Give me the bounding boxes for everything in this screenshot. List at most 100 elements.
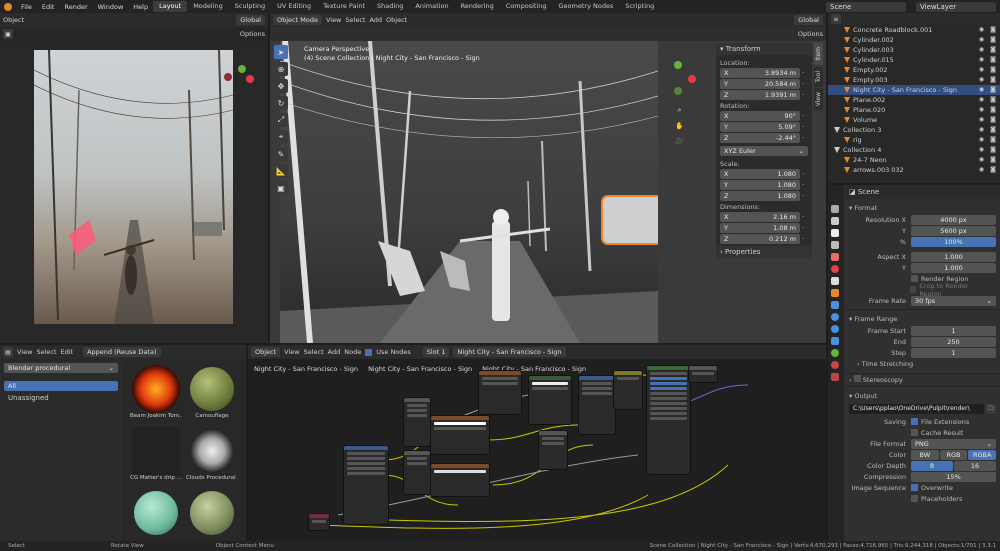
image-editor-orientation[interactable]: Global [236, 15, 265, 25]
shader-node[interactable] [430, 415, 490, 455]
texture-tab-icon[interactable] [831, 373, 839, 381]
res-y-field[interactable]: 5600 px [911, 225, 996, 236]
rotation-mode-select[interactable]: XYZ Euler ⌄ [720, 146, 808, 156]
viewport-3d[interactable]: Object Mode View Select Add Object Globa… [270, 13, 826, 343]
shader-node[interactable] [308, 513, 330, 531]
zoom-icon[interactable]: ⌕ [674, 105, 685, 116]
keyframe-dot-icon[interactable]: ⋅ [802, 181, 808, 189]
frame-step-field[interactable]: 1 [911, 347, 996, 358]
render-icon[interactable]: ▣ [3, 29, 13, 39]
tab-texture-paint[interactable]: Texture Paint [317, 1, 371, 12]
render-toggle-icon[interactable]: ◙ [990, 55, 996, 65]
cache-result-checkbox[interactable] [911, 429, 918, 436]
import-mode-select[interactable]: Append (Reuse Data) [83, 347, 161, 357]
dimensions-field[interactable]: X 2.16 m [720, 212, 800, 222]
outliner-row[interactable]: Plane.020 ◉ ◙ [828, 105, 1000, 115]
rotation-field[interactable]: X 90° [720, 111, 800, 121]
viewlayer-selector[interactable]: ViewLayer [916, 1, 996, 12]
eye-icon[interactable]: ◉ [979, 35, 984, 45]
outliner-row[interactable]: rig ◉ ◙ [828, 135, 1000, 145]
shader-node[interactable] [538, 430, 568, 470]
res-x-field[interactable]: 4000 px [911, 214, 996, 225]
cursor-tool-icon[interactable]: ⊕ [274, 62, 288, 76]
tab-view[interactable]: View [814, 88, 823, 111]
eye-icon[interactable]: ◉ [979, 85, 984, 95]
scale-field[interactable]: X 1.080 [720, 169, 800, 179]
outliner-row[interactable]: Concrete Roadblock.001 ◉ ◙ [828, 25, 1000, 35]
asset-tile[interactable]: CG Matter's drip ... [130, 427, 182, 487]
folder-icon[interactable]: 🗀 [986, 404, 996, 414]
viewport-menu-add[interactable]: Add [369, 16, 382, 24]
properties-header[interactable]: › Properties [716, 246, 812, 258]
tab-scripting[interactable]: Scripting [619, 1, 660, 12]
material-tab-icon[interactable] [831, 361, 839, 369]
shader-node[interactable] [343, 445, 389, 525]
shader-node[interactable] [478, 370, 522, 415]
keyframe-dot-icon[interactable]: ⋅ [802, 235, 808, 243]
outliner-row[interactable]: Cylinder.003 ◉ ◙ [828, 45, 1000, 55]
render-toggle-icon[interactable]: ◙ [990, 85, 996, 95]
keyframe-dot-icon[interactable]: ⋅ [802, 224, 808, 232]
tab-item[interactable]: Item [814, 43, 823, 65]
shader-node[interactable] [688, 365, 718, 383]
tool-tab-icon[interactable] [831, 205, 839, 213]
collection-tab-icon[interactable] [831, 277, 839, 285]
eye-icon[interactable]: ◉ [979, 65, 984, 75]
object-tab-icon[interactable] [831, 289, 839, 297]
menu-edit[interactable]: Edit [37, 3, 60, 11]
outliner-row[interactable]: Collection 4 ◉ ◙ [828, 145, 1000, 155]
location-field[interactable]: Z 1.9391 m [720, 90, 800, 100]
depth-16-button[interactable]: 16 [954, 460, 996, 471]
rotate-tool-icon[interactable]: ↻ [274, 96, 288, 110]
keyframe-dot-icon[interactable]: ⋅ [802, 69, 808, 77]
gizmo-x-icon[interactable] [688, 75, 696, 83]
transform-tool-icon[interactable]: ⌖ [274, 130, 288, 144]
shader-node[interactable] [430, 463, 490, 497]
x-axis-icon[interactable] [246, 75, 254, 83]
outliner-row[interactable]: Collection 3 ◉ ◙ [828, 125, 1000, 135]
viewport-orientation[interactable]: Global [794, 15, 823, 25]
outliner-row[interactable]: Night City - San Francisco - Sign ◉ ◙ [828, 85, 1000, 95]
overwrite-checkbox[interactable] [911, 484, 918, 491]
shader-node[interactable] [403, 397, 431, 447]
shader-node[interactable] [528, 375, 572, 425]
add-cube-tool-icon[interactable]: ▣ [274, 181, 288, 195]
tab-uv-editing[interactable]: UV Editing [271, 1, 317, 12]
move-tool-icon[interactable]: ✥ [274, 79, 288, 93]
shader-node[interactable] [613, 370, 643, 410]
gizmo-axes[interactable] [220, 63, 260, 103]
outliner-row[interactable]: arrows.003 032 ◉ ◙ [828, 165, 1000, 175]
z-axis-icon[interactable] [224, 73, 232, 81]
asset-tile[interactable]: Beam Joakim Tom... [130, 365, 182, 425]
format-header[interactable]: ▾ Format [849, 202, 996, 214]
constraints-tab-icon[interactable] [831, 337, 839, 345]
outliner-row[interactable]: Empty.002 ◉ ◙ [828, 65, 1000, 75]
file-format-select[interactable]: PNG ⌄ [911, 438, 996, 449]
shader-node-editor[interactable]: Object View Select Add Node Use Nodes Sl… [248, 345, 826, 541]
aspect-y-field[interactable]: 1.000 [911, 262, 996, 273]
keyframe-dot-icon[interactable]: ⋅ [802, 80, 808, 88]
asset-menu-view[interactable]: View [17, 348, 32, 356]
menu-help[interactable]: Help [128, 3, 153, 11]
outliner-row[interactable]: 24-7 Neon ◉ ◙ [828, 155, 1000, 165]
asset-browser-editor-icon[interactable]: ▤ [3, 347, 13, 357]
render-toggle-icon[interactable]: ◙ [990, 35, 996, 45]
render-tab-icon[interactable] [831, 217, 839, 225]
eye-icon[interactable]: ◉ [979, 25, 984, 35]
tab-sculpting[interactable]: Sculpting [229, 1, 271, 12]
color-rgb-button[interactable]: RGB [939, 449, 968, 460]
blender-logo-icon[interactable] [4, 2, 12, 11]
output-header[interactable]: ▾ Output [849, 390, 996, 402]
data-tab-icon[interactable] [831, 349, 839, 357]
tab-shading[interactable]: Shading [371, 1, 409, 12]
asset-tile[interactable] [186, 489, 238, 541]
select-tool-icon[interactable]: ➤ [274, 45, 288, 59]
outliner-row[interactable]: Plane.002 ◉ ◙ [828, 95, 1000, 105]
scale-field[interactable]: Y 1.080 [720, 180, 800, 190]
crop-checkbox[interactable] [909, 286, 917, 293]
asset-tile[interactable]: Clouds Procedural ... [186, 427, 238, 487]
particles-tab-icon[interactable] [831, 313, 839, 321]
asset-tile[interactable] [130, 489, 182, 541]
transform-header[interactable]: ▾ Transform [716, 43, 812, 55]
keyframe-dot-icon[interactable]: ⋅ [802, 213, 808, 221]
